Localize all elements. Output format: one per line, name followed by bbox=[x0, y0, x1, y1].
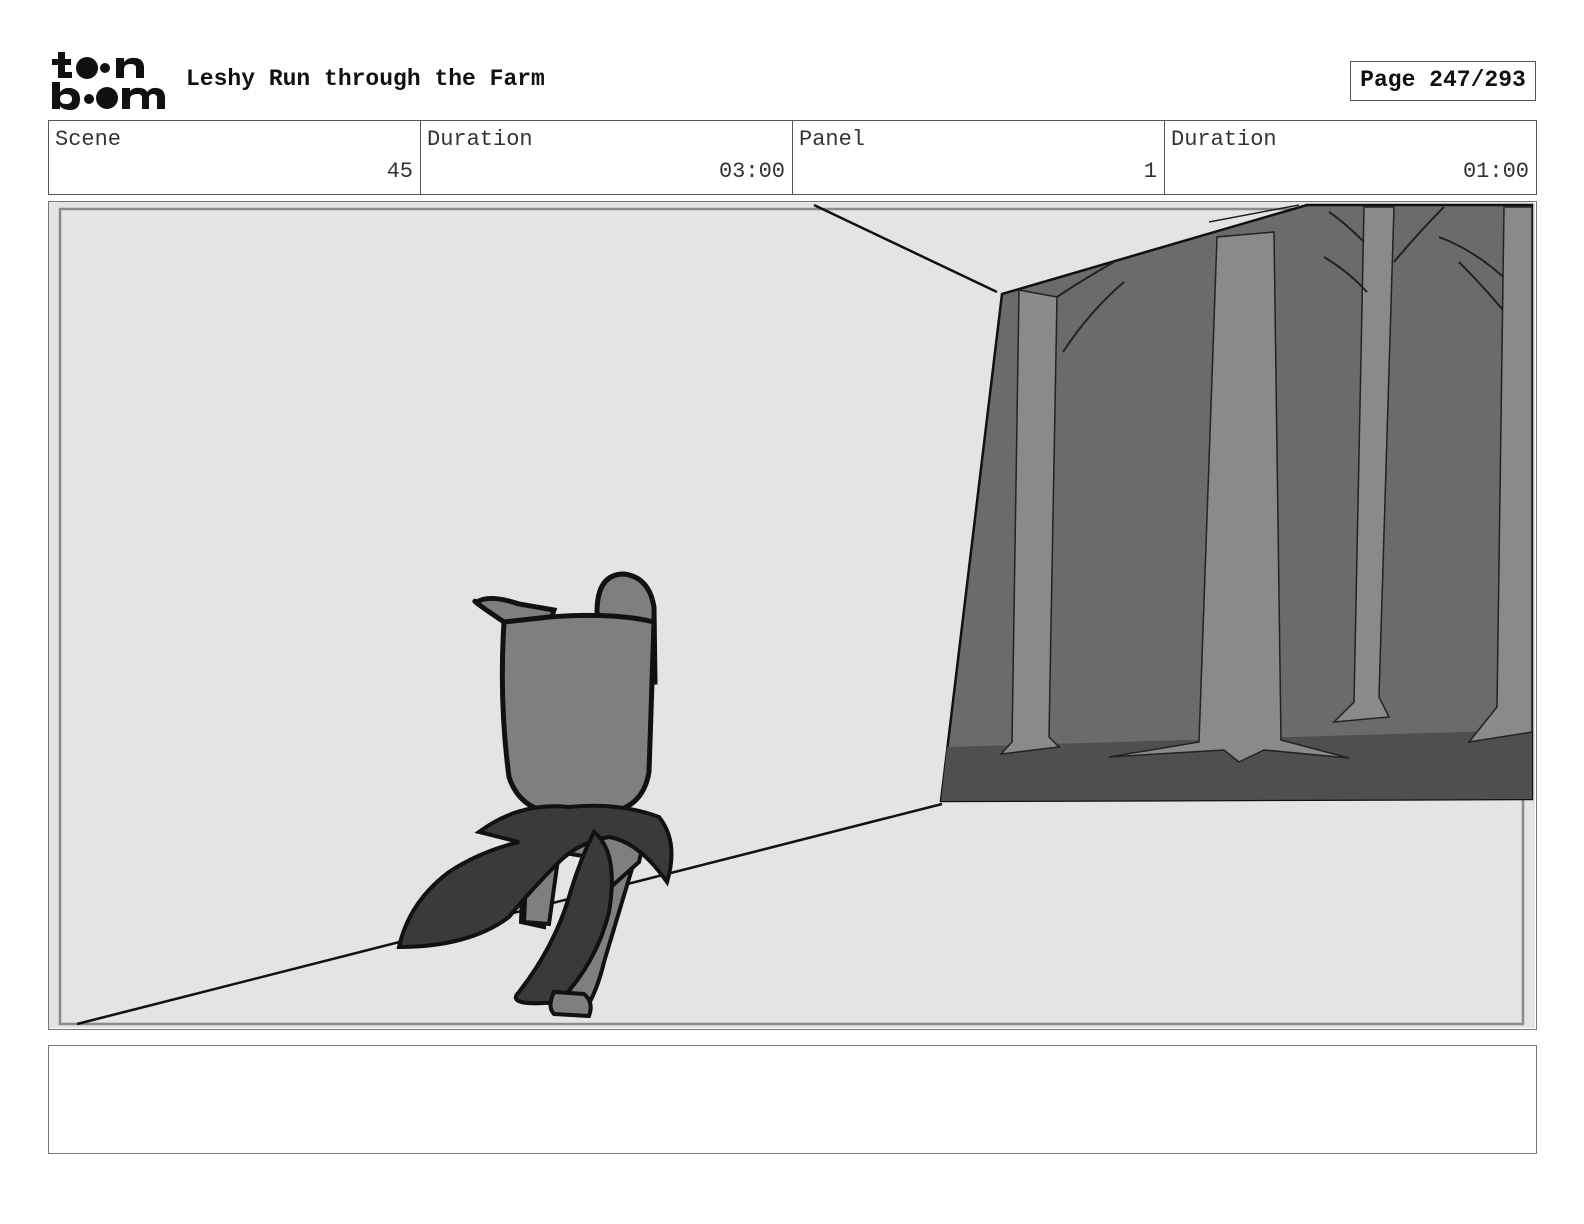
storyboard-panel bbox=[48, 201, 1537, 1030]
scene-value: 45 bbox=[386, 159, 413, 184]
scene-duration-value: 03:00 bbox=[718, 159, 785, 184]
forest-screen bbox=[939, 203, 1534, 803]
panel-value: 1 bbox=[1143, 159, 1157, 184]
scene-label: Scene bbox=[55, 127, 122, 152]
storyboard-title: Leshy Run through the Farm bbox=[186, 66, 545, 92]
panel-duration-cell: Duration 01:00 bbox=[1165, 121, 1536, 194]
toon-boom-logo bbox=[50, 50, 168, 112]
panel-notes bbox=[48, 1045, 1537, 1154]
info-row: Scene 45 Duration 03:00 Panel 1 Duration… bbox=[48, 120, 1537, 195]
page-indicator: Page 247/293 bbox=[1350, 61, 1536, 101]
panel-cell: Panel 1 bbox=[793, 121, 1165, 194]
scene-cell: Scene 45 bbox=[49, 121, 421, 194]
scene-duration-cell: Duration 03:00 bbox=[421, 121, 793, 194]
scene-duration-label: Duration bbox=[427, 127, 533, 152]
panel-duration-label: Duration bbox=[1171, 127, 1277, 152]
panel-duration-value: 01:00 bbox=[1462, 159, 1529, 184]
panel-label: Panel bbox=[799, 127, 866, 152]
